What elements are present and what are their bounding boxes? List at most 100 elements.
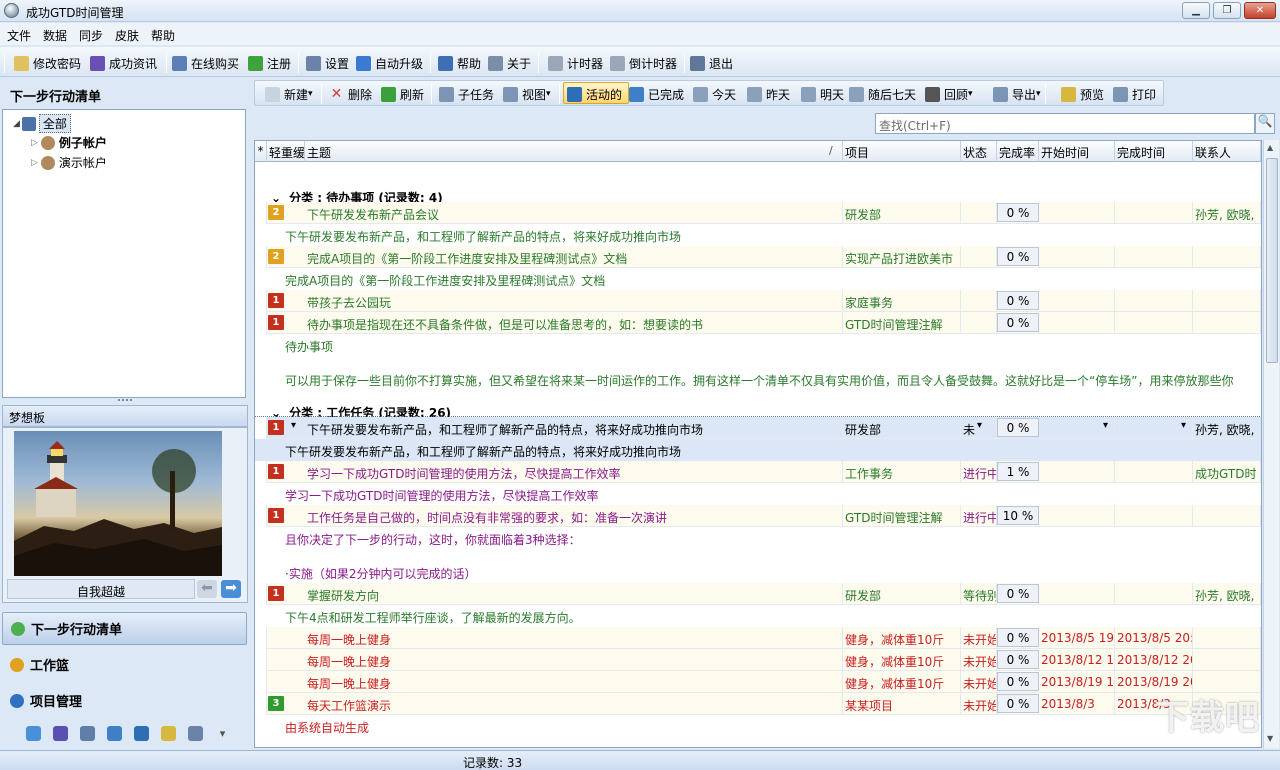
cell-project[interactable]: 实现产品打进欧美市 <box>843 246 961 268</box>
cell-contact[interactable] <box>1193 290 1261 312</box>
preview-button[interactable]: 预览 <box>1061 85 1104 103</box>
cell-start[interactable] <box>1039 290 1115 312</box>
buy-online-button[interactable]: 在线购买 <box>172 54 239 72</box>
table-row[interactable]: 每周一晚上健身 健身，减体重10斤 未开始 2013/8/5 19 2013/8/5 2… <box>255 627 1261 649</box>
cell-contact[interactable]: 孙芳, 欧晓, <box>1193 417 1261 439</box>
table-row[interactable]: 每周一晚上健身 健身，减体重10斤 未开始 2013/8/19 1 2013/8/19 … <box>255 671 1261 693</box>
cell-contact[interactable] <box>1193 246 1261 268</box>
cell-end[interactable] <box>1115 505 1193 527</box>
cell-subject[interactable]: 带孩子去公园玩 <box>305 290 843 312</box>
check-icon[interactable] <box>107 725 122 741</box>
cell-subject[interactable]: 下午研发要发布新产品，和工程师了解新产品的特点，将来好成功推向市场 <box>305 417 843 439</box>
search-input[interactable]: 查找(Ctrl+F) <box>875 113 1255 134</box>
cell-status[interactable] <box>961 312 997 334</box>
cell-subject[interactable]: 完成A项目的《第一阶段工作进度安排及里程碑测试点》文档 <box>305 246 843 268</box>
tomorrow-button[interactable]: 明天 <box>801 85 844 103</box>
table-row[interactable]: 3 每天工作篮演示 某某项目 未开始 2013/8/3 2013/8/3 0 % <box>255 693 1261 715</box>
priority-badge[interactable]: 1 <box>268 508 284 523</box>
cell-contact[interactable] <box>1193 505 1261 527</box>
cell-subject[interactable]: 每天工作篮演示 <box>305 693 843 715</box>
menu-file[interactable]: 文件 <box>7 27 31 44</box>
change-password-button[interactable]: 修改密码 <box>14 54 81 72</box>
splitter-grip[interactable] <box>118 399 132 403</box>
tree-node-demo-account[interactable]: ▷ 演示帐户 <box>31 154 107 171</box>
cell-project[interactable]: 研发部 <box>843 583 961 605</box>
priority-badge[interactable]: 1 <box>268 420 284 435</box>
completion-rate-box[interactable]: 0 % <box>997 313 1039 332</box>
cell-status[interactable] <box>961 202 997 224</box>
cell-status[interactable]: 未开始 <box>961 671 997 693</box>
priority-badge[interactable]: 1 <box>268 293 284 308</box>
cell-start[interactable] <box>1039 202 1115 224</box>
yesterday-button[interactable]: 昨天 <box>747 85 790 103</box>
cell-project[interactable]: 研发部 <box>843 417 961 439</box>
cell-subject[interactable]: 每周一晚上健身 <box>305 671 843 693</box>
table-row[interactable]: 每周一晚上健身 健身，减体重10斤 未开始 2013/8/12 1 2013/8/12 … <box>255 649 1261 671</box>
calendar-icon[interactable] <box>80 725 95 741</box>
cell-start[interactable]: 2013/8/19 1 <box>1039 671 1115 693</box>
priority-badge[interactable]: 1 <box>268 464 284 479</box>
cell-contact[interactable]: 孙芳, 欧晓, <box>1193 583 1261 605</box>
cell-start[interactable] <box>1039 461 1115 483</box>
nav-next-actions[interactable]: 下一步行动清单 <box>2 612 247 645</box>
scroll-thumb[interactable] <box>1266 158 1278 363</box>
table-row[interactable]: ▸1▾下午研发要发布新产品，和工程师了解新产品的特点，将来好成功推向市场研发部未… <box>255 416 1261 444</box>
completion-rate-box[interactable]: 0 % <box>997 247 1039 266</box>
completion-rate-box[interactable]: 0 % <box>997 672 1039 691</box>
register-button[interactable]: 注册 <box>248 54 291 72</box>
prev-arrow-icon[interactable]: ⬅ <box>197 580 217 598</box>
table-row[interactable]: 1 带孩子去公园玩 家庭事务 0 % <box>255 290 1261 312</box>
tree-expand-icon[interactable]: ▷ <box>31 158 38 168</box>
cell-end[interactable] <box>1115 312 1193 334</box>
review-button[interactable]: 回顾 ▾ <box>925 85 973 103</box>
cell-status[interactable]: 未开始 <box>961 627 997 649</box>
menu-skin[interactable]: 皮肤 <box>115 27 139 44</box>
cell-subject[interactable]: 待办事项是指现在还不具备条件做，但是可以准备思考的，如：想要读的书 <box>305 312 843 334</box>
book-icon[interactable] <box>53 725 68 741</box>
cell-end[interactable] <box>1115 461 1193 483</box>
table-row[interactable]: 2 下午研发发布新产品会议 研发部 孙芳, 欧晓, 0 % <box>255 202 1261 224</box>
cell-end[interactable] <box>1115 246 1193 268</box>
cell-end[interactable] <box>1115 583 1193 605</box>
cell-status[interactable]: 未开始 <box>961 649 997 671</box>
cell-subject[interactable]: 下午研发发布新产品会议 <box>305 202 843 224</box>
cell-start[interactable] <box>1039 312 1115 334</box>
cell-subject[interactable]: 每周一晚上健身 <box>305 649 843 671</box>
column-header-6[interactable]: 开始时间 <box>1039 141 1115 162</box>
table-row[interactable]: 2 完成A项目的《第一阶段工作进度安排及里程碑测试点》文档 实现产品打进欧美市 0 % <box>255 246 1261 268</box>
info-icon[interactable] <box>134 725 149 741</box>
vertical-scrollbar[interactable]: ▲ ▼ <box>1263 140 1279 748</box>
print-button[interactable]: 打印 <box>1113 85 1156 103</box>
cell-subject[interactable]: 每周一晚上健身 <box>305 627 843 649</box>
cell-project[interactable]: 健身，减体重10斤 <box>843 671 961 693</box>
cell-end[interactable]: 2013/8/5 20: <box>1115 627 1193 649</box>
maximize-button[interactable]: ❐ <box>1213 2 1241 19</box>
cell-dropdown-icon[interactable]: ▾ <box>1103 420 1108 431</box>
active-button[interactable]: 活动的 <box>567 85 622 103</box>
cell-end[interactable] <box>1115 202 1193 224</box>
menu-data[interactable]: 数据 <box>43 27 67 44</box>
column-header-8[interactable]: 联系人 <box>1193 141 1261 162</box>
cell-start[interactable] <box>1039 246 1115 268</box>
cell-subject[interactable]: 学习一下成功GTD时间管理的使用方法，尽快提高工作效率 <box>305 461 843 483</box>
cell-project[interactable]: 某某项目 <box>843 693 961 715</box>
exit-button[interactable]: 退出 <box>690 54 733 72</box>
priority-badge[interactable]: 3 <box>268 696 284 711</box>
cell-status[interactable] <box>961 290 997 312</box>
dropdown-arrow-icon[interactable]: ▾ <box>215 726 230 741</box>
scroll-up-icon[interactable]: ▲ <box>1267 143 1273 152</box>
completion-rate-box[interactable]: 0 % <box>997 628 1039 647</box>
delete-button[interactable]: ✕ 删除 <box>329 85 372 103</box>
cell-status[interactable]: 进行中 <box>961 505 997 527</box>
view-button[interactable]: 视图 ▾ <box>503 85 551 103</box>
cell-start[interactable]: 2013/8/12 1 <box>1039 649 1115 671</box>
nav-inbox[interactable]: 工作篮 <box>2 648 247 681</box>
cell-dropdown-icon[interactable]: ▾ <box>1181 420 1186 431</box>
tree-expand-icon[interactable]: ◢ <box>13 119 20 129</box>
completion-rate-box[interactable]: 0 % <box>997 291 1039 310</box>
cell-project[interactable]: GTD时间管理注解 <box>843 505 961 527</box>
menu-sync[interactable]: 同步 <box>79 27 103 44</box>
cell-contact[interactable]: 孙芳, 欧晓, <box>1193 202 1261 224</box>
search-icon[interactable]: 🔍 <box>1255 113 1275 134</box>
table-row[interactable]: 1 待办事项是指现在还不具备条件做，但是可以准备思考的，如：想要读的书 GTD时间管… <box>255 312 1261 334</box>
